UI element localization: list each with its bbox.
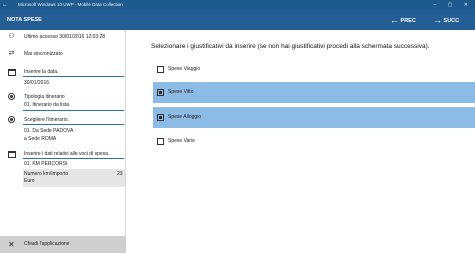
itinerary-type-label: Tipologia itinerario [24, 94, 65, 100]
window-back-icon[interactable]: ← [2, 0, 8, 10]
checkbox-checked-icon[interactable] [157, 114, 164, 121]
next-button[interactable]: → SUCC [433, 10, 459, 31]
sidebar: ⚇ Ultimo accesso 30/01/2016 12:03:28 ⇄ M… [0, 30, 126, 253]
arrow-left-icon: ← [390, 15, 399, 25]
checkbox-icon[interactable] [157, 66, 164, 73]
itinerary-choice-label: Scegliere l'itinerario. [24, 117, 69, 123]
arrow-right-icon: → [433, 15, 442, 25]
close-icon: ✕ [8, 240, 15, 249]
main-panel: Selezionare i giustificativi da inserire… [126, 30, 475, 253]
date-label: Inserire la data. [24, 69, 59, 75]
close-app-button[interactable]: ✕ Chiudi l'applicazione [0, 236, 126, 253]
checkbox-icon[interactable] [157, 138, 164, 145]
window-title: Microsoft Windows 10 UWP - Mobile Data C… [18, 2, 123, 7]
sync-status-text: Mai sincronizzato [24, 51, 63, 57]
sync-icon: ⇄ [8, 50, 15, 57]
radio-icon [8, 116, 15, 123]
radio-icon [8, 93, 15, 100]
option-spese-vitto[interactable]: Spese Vitto [153, 82, 475, 103]
option-spese-varie[interactable]: Spese Varie [153, 131, 475, 152]
user-icon: ⚇ [8, 33, 15, 40]
option-label: Spese Viaggio [168, 66, 201, 72]
instructions-text: Selezionare i giustificativi da inserire… [151, 43, 430, 50]
last-access-text: Ultimo accesso 30/01/2016 12:03:28 [24, 34, 106, 40]
option-spese-alloggio[interactable]: Spese Alloggio [153, 107, 475, 128]
window-titlebar: ← Microsoft Windows 10 UWP - Mobile Data… [0, 0, 475, 10]
prev-button[interactable]: ← PREC [390, 10, 416, 31]
itinerary-to: a Sede ROMA [24, 136, 57, 142]
expenses-underline [23, 158, 124, 159]
km-field-value: 23 [117, 171, 123, 177]
option-spese-viaggio[interactable]: Spese Viaggio [153, 59, 475, 80]
option-label: Spese Vitto [168, 89, 194, 95]
checkbox-checked-icon[interactable] [157, 89, 164, 96]
itinerary-type-value: 01. Itinerario da lista [24, 102, 70, 108]
expenses-label: Inserire i dati relativi alle voci di sp… [24, 151, 110, 157]
app-header: NOTA SPESE ← PREC → SUCC [0, 10, 475, 30]
page-title: NOTA SPESE [7, 17, 42, 23]
date-value: 30/01/2016 [24, 80, 50, 86]
option-label: Spese Alloggio [168, 114, 202, 120]
calendar-icon [8, 151, 16, 158]
itinerary-from: 01. Da Sede PADOVA [24, 128, 74, 134]
close-app-label: Chiudi l'applicazione [24, 241, 70, 247]
km-label: 01. KM PERCORSI [24, 161, 68, 167]
next-label: SUCC [443, 18, 460, 24]
km-field-label: Numero km/Importo [24, 171, 69, 177]
date-label-underline [23, 76, 124, 77]
window-controls[interactable]: – ▢ ✕ [434, 0, 473, 10]
calendar-icon [8, 69, 16, 76]
itinerary-choice-underline [23, 124, 124, 125]
km-field-unit: Euro [24, 178, 35, 184]
prev-label: PREC [400, 18, 416, 24]
option-label: Spese Varie [168, 138, 195, 144]
itinerary-type-underline [23, 110, 124, 111]
